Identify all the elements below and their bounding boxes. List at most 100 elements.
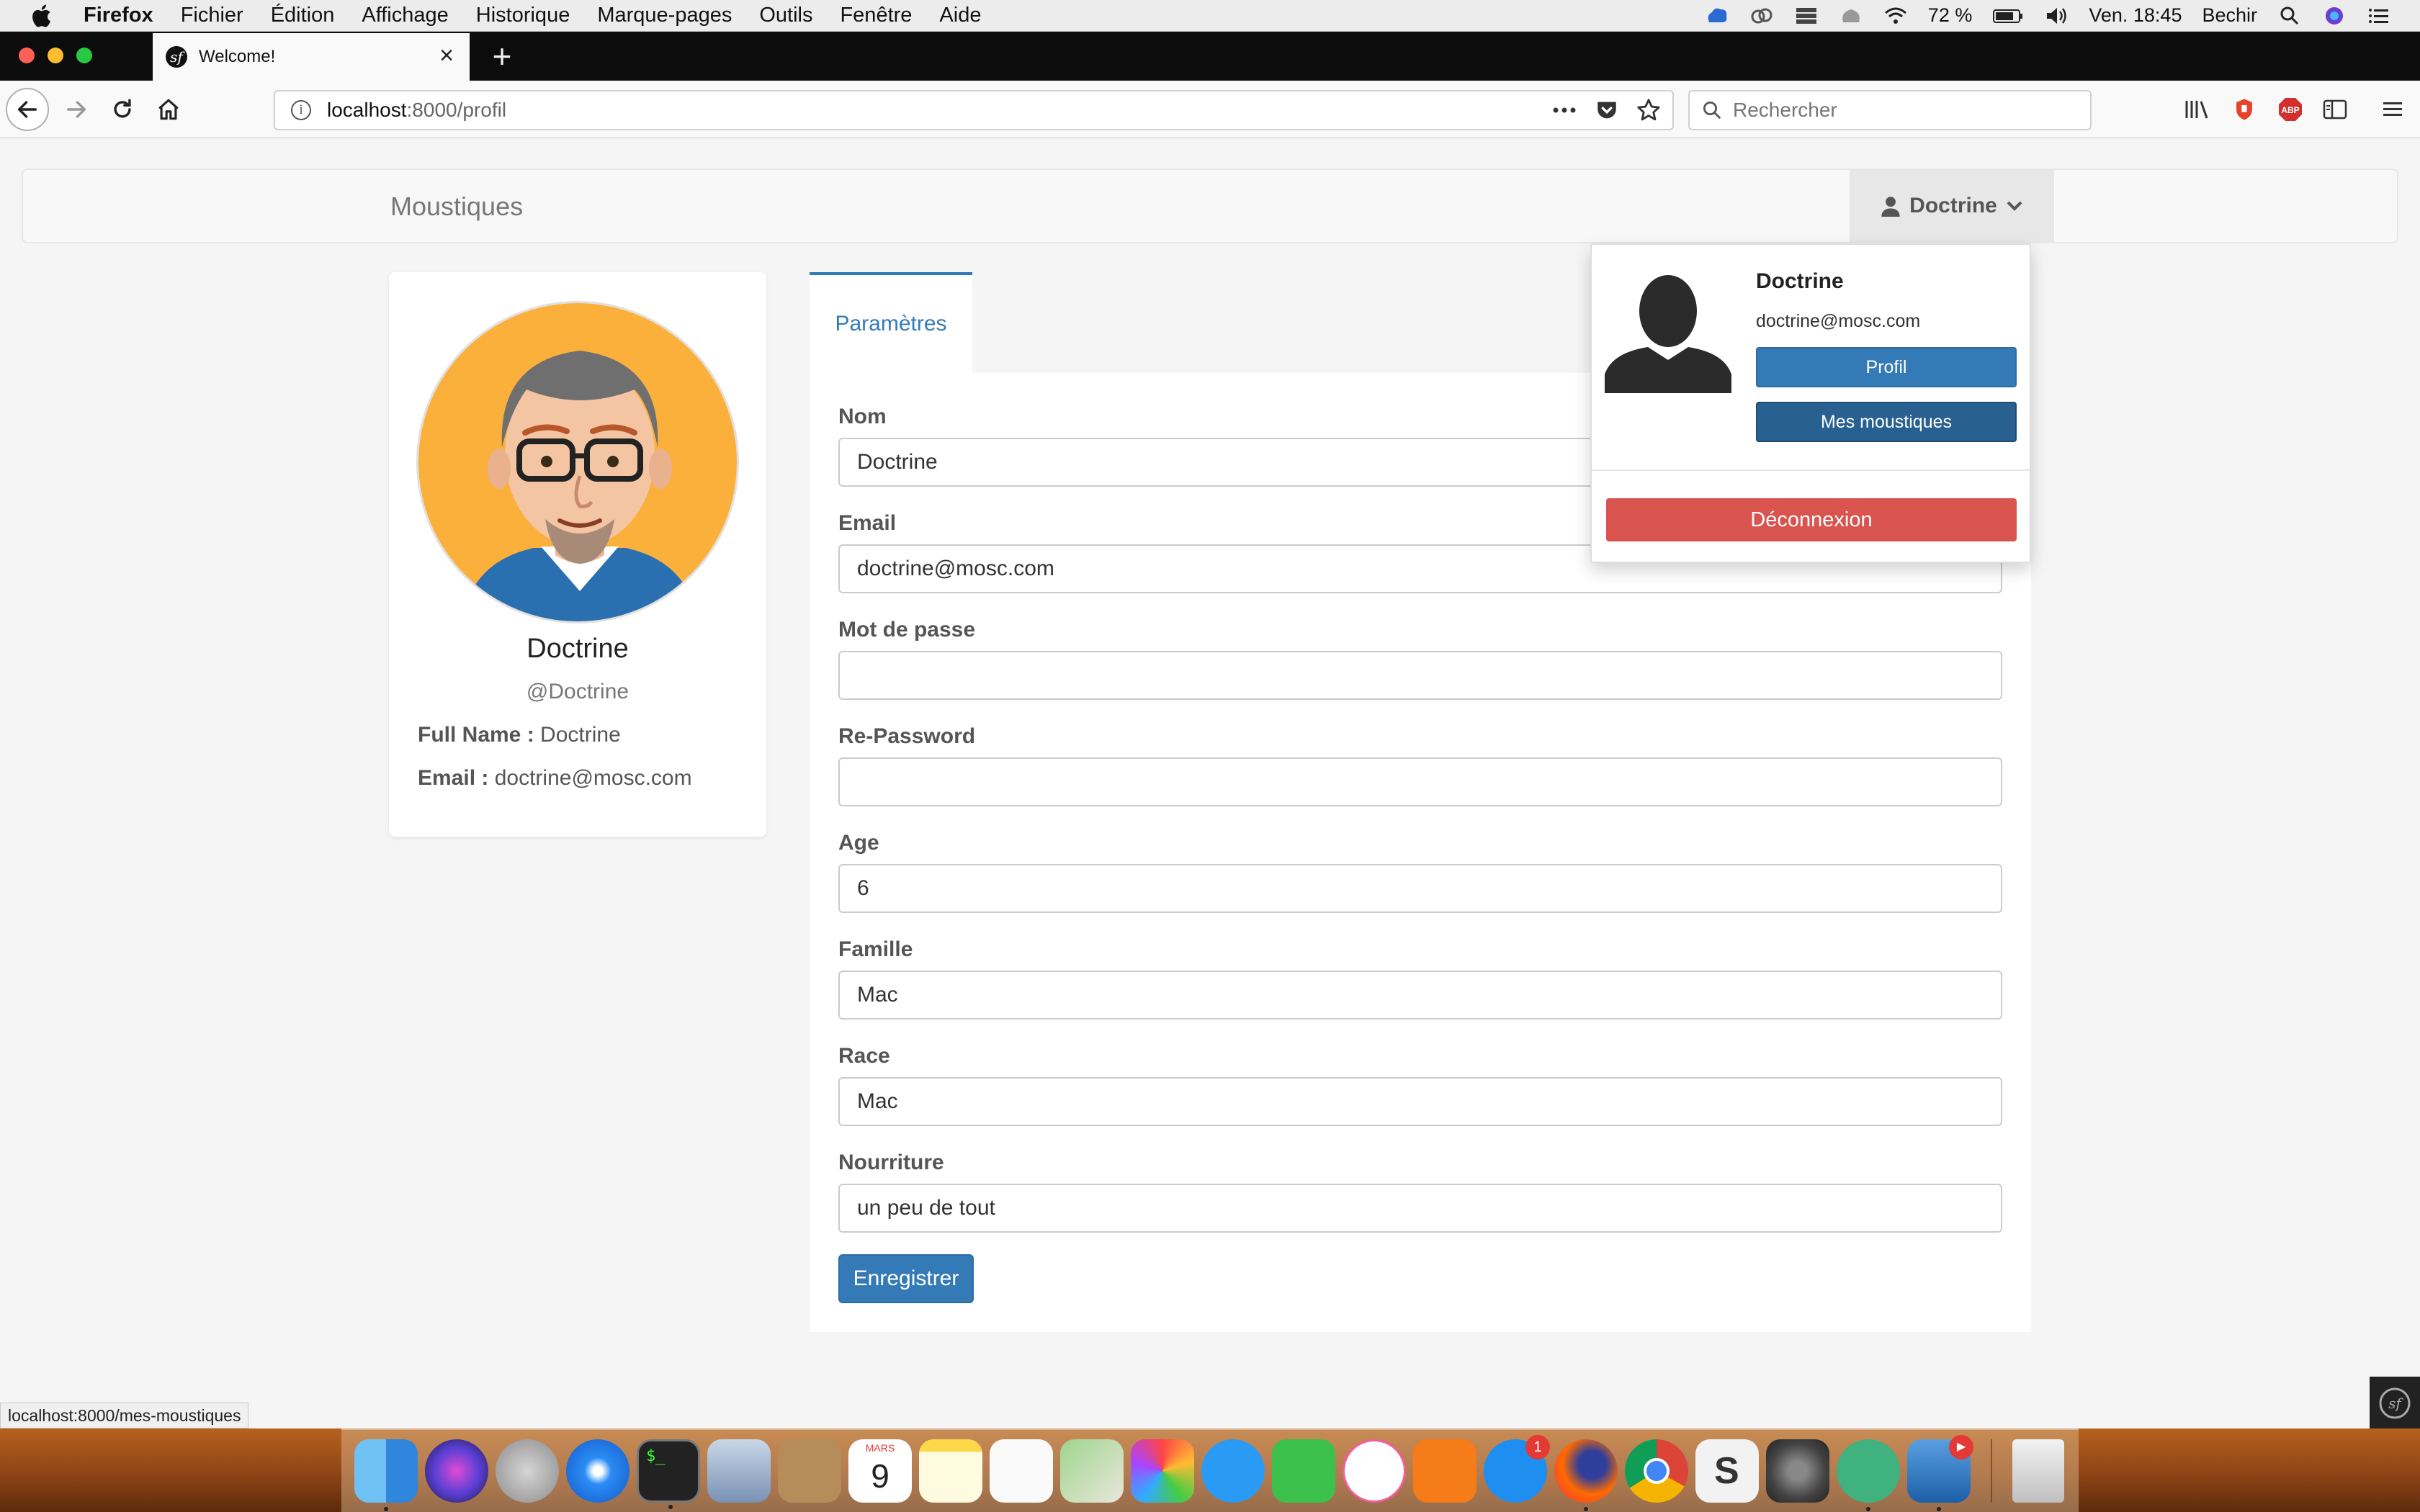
window-zoom-button[interactable] (76, 48, 92, 63)
creative-cloud-icon[interactable] (1749, 5, 1774, 27)
logout-button[interactable]: Déconnexion (1606, 498, 2017, 541)
home-button[interactable] (147, 88, 190, 131)
sidebar-toggle-button[interactable] (2321, 95, 2349, 124)
library-icon (2185, 101, 2208, 119)
firefox-dock-icon[interactable] (1554, 1439, 1618, 1511)
url-bar[interactable]: i localhost:8000/profil (274, 90, 1674, 130)
play-badge-icon: ▶ (1949, 1435, 1973, 1459)
re-password-input[interactable] (838, 757, 2002, 806)
user-dropdown-menu: Doctrine doctrine@mosc.com Profil Mes mo… (1590, 243, 2031, 563)
system-preferences-icon[interactable] (1766, 1439, 1829, 1503)
window-close-button[interactable] (19, 48, 35, 63)
label-race: Race (838, 1044, 890, 1068)
calendar-icon[interactable]: MARS 9 (848, 1439, 912, 1503)
famille-input[interactable] (838, 971, 2002, 1020)
arrow-right-icon (66, 101, 86, 118)
race-input[interactable] (838, 1077, 2002, 1126)
tab-close-icon[interactable]: × (434, 43, 460, 69)
page-actions-icon[interactable] (1551, 106, 1577, 114)
dock-separator (1991, 1439, 1992, 1503)
pocket-icon[interactable] (1595, 98, 1619, 122)
itunes-icon[interactable] (1343, 1439, 1406, 1503)
menu-affichage[interactable]: Affichage (362, 4, 448, 27)
age-input[interactable] (838, 864, 2002, 913)
sublime-text-icon[interactable]: S (1695, 1439, 1759, 1503)
notification-center-icon[interactable] (2367, 5, 2391, 27)
running-indicator (1584, 1507, 1588, 1511)
browser-tab-welcome[interactable]: sf Welcome! × (153, 33, 470, 81)
wifi-icon[interactable] (1883, 5, 1908, 27)
terminal-icon[interactable]: $_ (637, 1439, 700, 1509)
fullname-value: Doctrine (540, 723, 621, 747)
forward-button[interactable] (55, 88, 98, 131)
menu-aide[interactable]: Aide (939, 4, 981, 27)
ibooks-icon[interactable] (1413, 1439, 1476, 1503)
back-button[interactable] (6, 88, 49, 131)
app-menu-firefox[interactable]: Firefox (84, 4, 153, 27)
menubar-clock[interactable]: Ven. 18:45 (2089, 4, 2182, 27)
url-path: :8000/profil (406, 99, 507, 121)
safari-icon[interactable] (566, 1439, 629, 1503)
notes-icon[interactable] (919, 1439, 982, 1503)
label-age: Age (838, 831, 879, 855)
profile-name: Doctrine (526, 634, 629, 664)
window-minimize-button[interactable] (48, 48, 63, 63)
profile-handle: @Doctrine (526, 680, 629, 703)
menu-fenetre[interactable]: Fenêtre (840, 4, 912, 27)
menubar-user[interactable]: Bechir (2202, 4, 2257, 27)
siri-dock-icon[interactable] (425, 1439, 488, 1503)
search-input[interactable] (1733, 99, 2050, 122)
siri-icon[interactable] (2322, 5, 2347, 27)
app-store-icon[interactable]: 1 (1484, 1435, 1550, 1503)
atom-icon[interactable] (1837, 1439, 1900, 1511)
menu-outils[interactable]: Outils (759, 4, 812, 27)
brave-shield-button[interactable] (2230, 95, 2259, 124)
password-input[interactable] (838, 651, 2002, 700)
menu-marque-pages[interactable]: Marque-pages (597, 4, 732, 27)
my-mosquitoes-button[interactable]: Mes moustiques (1756, 402, 2017, 442)
cloud-app-icon[interactable] (1705, 5, 1729, 27)
reminders-icon[interactable] (990, 1439, 1053, 1503)
profile-button[interactable]: Profil (1756, 347, 2017, 387)
site-brand[interactable]: Moustiques (390, 192, 523, 222)
photos-icon[interactable] (1131, 1439, 1194, 1503)
tab-parametres[interactable]: Paramètres (810, 272, 972, 373)
trash-icon[interactable] (2012, 1439, 2064, 1503)
apple-menu-icon[interactable] (29, 2, 56, 30)
menu-fichier[interactable]: Fichier (181, 4, 243, 27)
volume-icon[interactable] (2044, 5, 2069, 27)
search-box[interactable] (1688, 90, 2092, 130)
new-tab-button[interactable]: + (484, 37, 520, 75)
bookmark-star-icon[interactable] (1636, 98, 1661, 122)
launchpad-icon[interactable] (496, 1439, 559, 1503)
messages-icon[interactable] (1201, 1439, 1265, 1503)
mysql-workbench-icon[interactable]: ▶ (1907, 1435, 1973, 1511)
battery-icon[interactable] (1992, 5, 2024, 27)
preview-icon[interactable] (707, 1439, 771, 1503)
reload-button[interactable] (101, 88, 144, 131)
adblock-plus-button[interactable]: ABP (2276, 95, 2305, 124)
symfony-logo-icon: sf (2379, 1387, 2411, 1419)
finder-icon[interactable] (354, 1439, 418, 1511)
symfony-toolbar-toggle[interactable]: sf (2370, 1377, 2420, 1430)
menu-edition[interactable]: Édition (271, 4, 335, 27)
facetime-icon[interactable] (1272, 1439, 1335, 1503)
user-menu-toggle[interactable]: Doctrine (1850, 170, 2054, 242)
site-info-icon[interactable]: i (291, 100, 311, 120)
chrome-icon[interactable] (1625, 1439, 1688, 1503)
maps-icon[interactable] (1060, 1439, 1124, 1503)
nourriture-input[interactable] (838, 1184, 2002, 1233)
drive-icon[interactable] (1839, 5, 1863, 27)
spotlight-search-icon[interactable] (2277, 5, 2302, 27)
calendar-day: 9 (871, 1457, 889, 1495)
menu-historique[interactable]: Historique (476, 4, 570, 27)
profile-avatar (416, 301, 739, 624)
macos-menubar: Firefox Fichier Édition Affichage Histor… (0, 0, 2420, 32)
library-button[interactable] (2182, 95, 2211, 124)
profile-card: Doctrine @Doctrine Full Name : Doctrine … (389, 272, 766, 837)
contacts-icon[interactable] (778, 1439, 841, 1503)
stack-icon[interactable] (1794, 5, 1819, 27)
email-label: Email : (418, 766, 489, 790)
hamburger-menu-button[interactable] (2378, 95, 2407, 124)
save-button[interactable]: Enregistrer (838, 1254, 974, 1303)
